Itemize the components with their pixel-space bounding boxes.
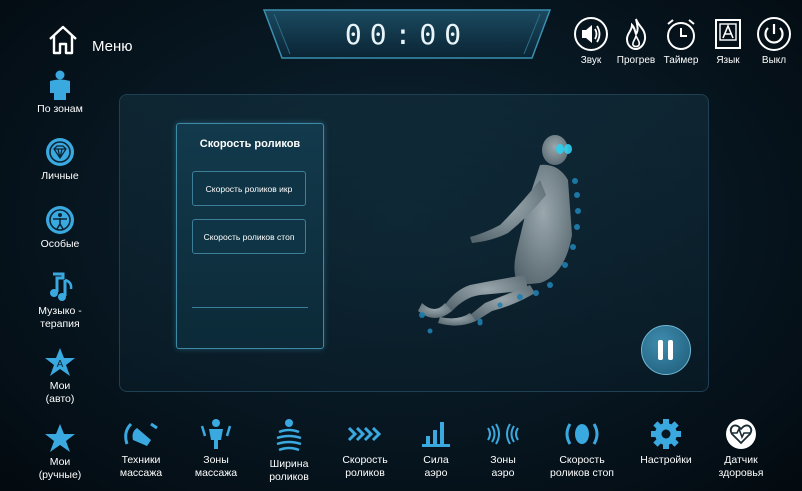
heating-label: Прогрев xyxy=(616,55,656,66)
roller-speed-icon xyxy=(347,426,382,442)
submenu-divider xyxy=(192,307,308,308)
bottom-label-air-zones: Зоны аэро xyxy=(490,454,516,479)
sidebar-item-my-manual[interactable]: Мои (ручные) xyxy=(20,423,100,482)
calf-roller-speed-button[interactable]: Скорость роликов икр xyxy=(192,171,306,206)
language-button[interactable]: Язык xyxy=(703,16,753,66)
air-strength-icon xyxy=(422,422,450,447)
roller-width-icon xyxy=(276,419,302,452)
air-zones-icon xyxy=(487,423,519,445)
diamond-icon xyxy=(46,138,74,166)
bottom-item-air-zones[interactable]: Зоны аэро xyxy=(465,418,541,480)
roller-speed-submenu: Скорость роликов Скорость роликов икр Ск… xyxy=(176,123,324,349)
timer-label: Таймер xyxy=(663,55,699,66)
heating-button[interactable]: Прогрев xyxy=(611,16,661,66)
sound-button[interactable]: Звук xyxy=(566,16,616,66)
sidebar-label-my-auto: Мои (авто) xyxy=(45,380,75,405)
bottom-label-settings: Настройки xyxy=(640,454,692,466)
bottom-label-massage-techniques: Техники массажа xyxy=(119,454,163,479)
speaker-icon xyxy=(574,17,608,51)
timer-value: 00:00 xyxy=(344,18,470,51)
bottom-item-massage-techniques[interactable]: Техники массажа xyxy=(103,418,179,480)
bottom-label-air-strength: Сила аэро xyxy=(423,454,449,479)
person-circle-icon xyxy=(46,206,74,234)
sidebar-label-zones: По зонам xyxy=(37,103,83,115)
body-figure xyxy=(400,125,600,340)
language-icon xyxy=(715,19,741,49)
sidebar-label-special: Особые xyxy=(40,238,80,250)
sound-label: Звук xyxy=(580,55,602,66)
bottom-label-roller-width: Ширина роликов xyxy=(269,458,309,483)
massage-technique-icon xyxy=(124,422,158,446)
power-icon xyxy=(757,17,791,51)
massage-chair-screen: Меню 00:00 Звук Прогрев Таймер Язык Выкл… xyxy=(0,0,802,491)
sidebar-label-my-manual: Мои (ручные) xyxy=(38,456,82,481)
flame-icon xyxy=(625,18,647,51)
sidebar-label-personal: Личные xyxy=(41,170,79,182)
power-button[interactable]: Выкл xyxy=(749,16,799,66)
bottom-item-air-strength[interactable]: Сила аэро xyxy=(398,418,474,480)
sidebar-item-special[interactable]: Особые xyxy=(20,205,100,251)
sidebar-item-music-therapy[interactable]: Музыко - терапия xyxy=(20,270,100,331)
heart-sensor-icon xyxy=(726,419,756,449)
bottom-item-health-sensor[interactable]: Датчик здоровья xyxy=(703,418,779,480)
submenu-title: Скорость роликов xyxy=(199,138,301,150)
language-label: Язык xyxy=(716,55,740,66)
sidebar-item-personal[interactable]: Личные xyxy=(20,137,100,183)
pause-icon-bar xyxy=(668,340,673,360)
sidebar-label-music-therapy: Музыко - терапия xyxy=(38,305,82,330)
bottom-item-settings[interactable]: Настройки xyxy=(628,418,704,467)
bottom-item-foot-roller-speed[interactable]: Скорость роликов стоп xyxy=(544,418,620,480)
foot-roller-speed-icon xyxy=(565,423,599,445)
alarm-clock-icon xyxy=(667,19,695,50)
bottom-label-health-sensor: Датчик здоровья xyxy=(718,454,764,479)
body-zones-icon xyxy=(50,70,70,100)
power-label: Выкл xyxy=(761,55,787,66)
massage-zones-icon xyxy=(200,419,232,449)
star-icon xyxy=(45,424,75,452)
pause-button[interactable] xyxy=(641,325,691,375)
foot-roller-speed-button[interactable]: Скорость роликов стоп xyxy=(192,219,306,254)
bottom-label-foot-roller-speed: Скорость роликов стоп xyxy=(550,454,614,479)
svg-text:A: A xyxy=(57,359,64,370)
sidebar-item-my-auto[interactable]: A Мои (авто) xyxy=(20,347,100,406)
sidebar-item-zones[interactable]: По зонам xyxy=(20,70,100,116)
timer-button[interactable]: Таймер xyxy=(656,16,706,66)
bottom-item-massage-zones[interactable]: Зоны массажа xyxy=(178,418,254,480)
pause-icon xyxy=(658,340,663,360)
bottom-item-roller-speed[interactable]: Скорость роликов xyxy=(327,418,403,480)
menu-label[interactable]: Меню xyxy=(92,38,133,55)
gear-icon xyxy=(651,419,681,449)
music-note-icon xyxy=(50,272,73,301)
bottom-item-roller-width[interactable]: Ширина роликов xyxy=(251,418,327,484)
bottom-label-massage-zones: Зоны массажа xyxy=(194,454,238,479)
home-icon[interactable] xyxy=(46,24,80,56)
star-a-icon: A xyxy=(45,348,75,376)
bottom-label-roller-speed: Скорость роликов xyxy=(342,454,388,479)
timer-display: 00:00 xyxy=(262,8,552,60)
